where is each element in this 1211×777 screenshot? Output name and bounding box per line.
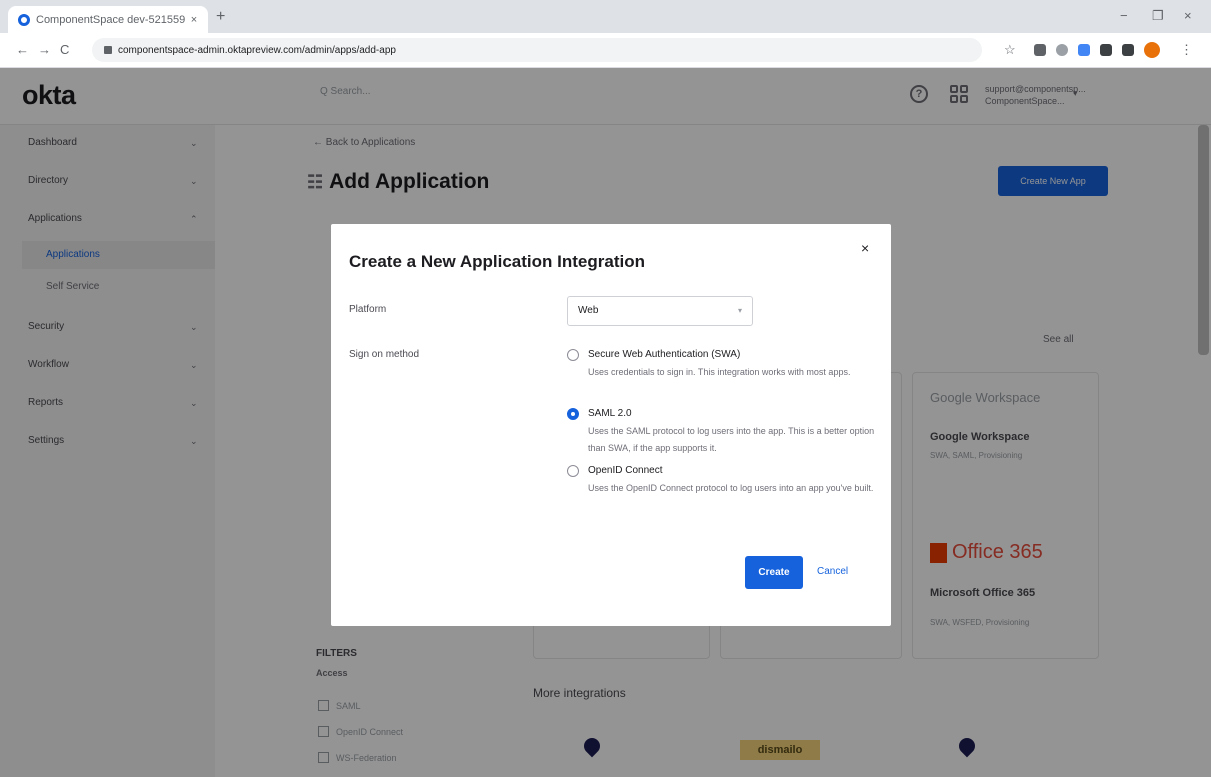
back-arrow-icon[interactable]: ←	[16, 42, 29, 57]
radio-swa[interactable]	[567, 349, 579, 361]
close-icon[interactable]: ×	[861, 240, 869, 256]
window-minimize-button[interactable]: −	[1120, 8, 1128, 23]
option-label-openid[interactable]: OpenID Connect	[588, 465, 663, 476]
radio-saml[interactable]	[567, 408, 579, 420]
create-app-integration-dialog: × Create a New Application Integration P…	[331, 224, 891, 626]
option-label-swa[interactable]: Secure Web Authentication (SWA)	[588, 349, 740, 360]
create-button[interactable]: Create	[745, 556, 803, 589]
tab-close-icon[interactable]: ×	[186, 14, 202, 26]
dialog-title: Create a New Application Integration	[349, 252, 645, 271]
sign-on-method-label: Sign on method	[349, 349, 420, 360]
extension-blue-icon[interactable]	[1078, 44, 1090, 56]
option-description-swa: Uses credentials to sign in. This integr…	[588, 367, 851, 377]
cancel-button[interactable]: Cancel	[817, 566, 848, 577]
browser-menu-icon[interactable]: ⋮	[1180, 42, 1193, 58]
option-description-saml: Uses the SAML protocol to log users into…	[588, 426, 875, 453]
lock-icon	[104, 46, 112, 54]
extension-d-icon[interactable]	[1100, 44, 1112, 56]
forward-arrow-icon[interactable]: →	[38, 42, 51, 57]
new-tab-button[interactable]: +	[216, 8, 225, 26]
option-description-openid: Uses the OpenID Connect protocol to log …	[588, 483, 874, 493]
browser-address-bar: ← → C componentspace-admin.oktapreview.c…	[0, 33, 1211, 68]
okta-favicon-icon	[18, 13, 30, 26]
extension-shield-icon[interactable]	[1034, 44, 1046, 56]
extension-circle-icon[interactable]	[1056, 44, 1068, 56]
window-close-button[interactable]: ×	[1184, 8, 1192, 23]
profile-avatar-icon[interactable]	[1144, 42, 1160, 58]
url-text: componentspace-admin.oktapreview.com/adm…	[118, 44, 396, 56]
browser-tab[interactable]: ComponentSpace dev-521559 - Ok ×	[8, 6, 208, 33]
browser-tab-bar: ComponentSpace dev-521559 - Ok × + − ❐ ×	[0, 0, 1211, 33]
radio-openid[interactable]	[567, 465, 579, 477]
platform-select[interactable]: Web ▾	[567, 296, 753, 326]
reload-icon[interactable]: C	[60, 42, 69, 57]
chevron-down-icon: ▾	[737, 306, 742, 315]
tab-title: ComponentSpace dev-521559 - Ok	[36, 13, 186, 26]
option-label-saml[interactable]: SAML 2.0	[588, 408, 632, 419]
bookmark-star-icon[interactable]: ☆	[1004, 42, 1016, 58]
window-maximize-button[interactable]: ❐	[1152, 8, 1164, 24]
extensions-puzzle-icon[interactable]	[1122, 44, 1134, 56]
platform-label: Platform	[349, 304, 387, 315]
platform-value: Web	[578, 305, 599, 316]
url-bar[interactable]: componentspace-admin.oktapreview.com/adm…	[92, 38, 982, 62]
